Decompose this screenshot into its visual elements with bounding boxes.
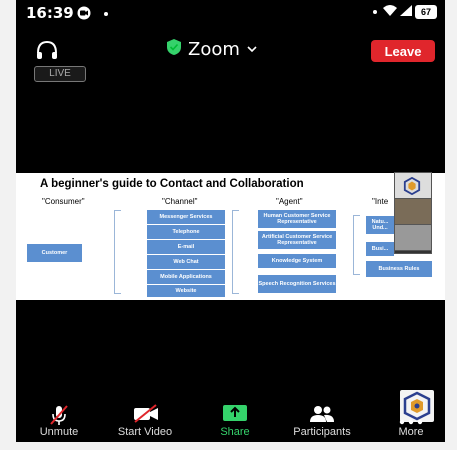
agent-box: Artificial Customer Service Representati… [257, 230, 337, 250]
participants-button[interactable]: Participants [284, 406, 360, 438]
zoom-meeting-screen: 16:39 67 Zoom Leave LIVE A beginner's gu… [16, 0, 445, 442]
consumer-box: Customer [26, 243, 83, 263]
integration-box: Natu... Und... [365, 215, 395, 235]
participants-icon [308, 404, 336, 429]
zoom-notification-icon [77, 6, 91, 25]
agent-bracket [232, 210, 239, 294]
participant-logo-thumbnail [395, 173, 431, 199]
participant-video [395, 225, 431, 251]
participant-video-thumbnails[interactable] [394, 172, 432, 254]
channel-box: Website [146, 284, 226, 298]
channel-box: Telephone [146, 224, 226, 240]
battery-icon: 67 [415, 5, 437, 19]
status-dot-icon [373, 10, 377, 14]
status-time: 16:39 [26, 4, 74, 22]
leave-button[interactable]: Leave [371, 40, 435, 62]
meeting-header: Zoom Leave [16, 30, 445, 70]
agent-box: Knowledge System [257, 253, 337, 269]
integration-box: Business Rules [365, 260, 433, 278]
more-dots-icon [399, 412, 423, 430]
encryption-shield-icon [166, 38, 182, 61]
column-heading-agent: "Agent" [276, 197, 303, 206]
live-badge[interactable]: LIVE [34, 66, 86, 82]
column-heading-channel: "Channel" [162, 197, 198, 206]
slide-title: A beginner's guide to Contact and Collab… [40, 178, 304, 190]
status-indicators: 67 [373, 5, 437, 19]
video-off-icon [132, 404, 160, 429]
column-heading-consumer: "Consumer" [42, 197, 85, 206]
screenshot-frame-right [445, 0, 457, 450]
chevron-down-icon [246, 41, 258, 59]
signal-icon [400, 5, 412, 19]
meeting-title-text: Zoom [188, 39, 240, 60]
meeting-toolbar: Unmute Start Video Share Participants Mo… [16, 404, 445, 446]
share-screen-icon [221, 403, 249, 428]
agent-box: Speech Recognition Services [257, 274, 337, 294]
wifi-icon [383, 5, 397, 19]
integration-box: Busi... [365, 241, 395, 257]
channel-box: Mobile Applications [146, 269, 226, 285]
audio-output-icon[interactable] [34, 39, 60, 63]
integration-bracket [353, 215, 360, 275]
more-button[interactable]: More [394, 419, 428, 438]
shared-screen-slide: A beginner's guide to Contact and Collab… [16, 173, 445, 300]
status-bar: 16:39 67 [16, 0, 445, 28]
agent-box: Human Customer Service Representative [257, 209, 337, 229]
screenshot-frame-left [0, 0, 16, 450]
start-video-button[interactable]: Start Video [112, 404, 178, 438]
unmute-button[interactable]: Unmute [34, 405, 84, 438]
muted-microphone-icon [48, 404, 70, 431]
channel-box: Web Chat [146, 254, 226, 270]
meeting-title[interactable]: Zoom [166, 38, 258, 61]
notification-dot-icon [104, 12, 108, 16]
channel-bracket [114, 210, 121, 294]
channel-box: Messenger Services [146, 209, 226, 225]
channel-box: E-mail [146, 239, 226, 255]
share-button[interactable]: Share [218, 405, 252, 438]
participant-video [395, 199, 431, 225]
organization-logo-icon [403, 177, 421, 195]
column-heading-integration: "Inte [372, 197, 389, 206]
